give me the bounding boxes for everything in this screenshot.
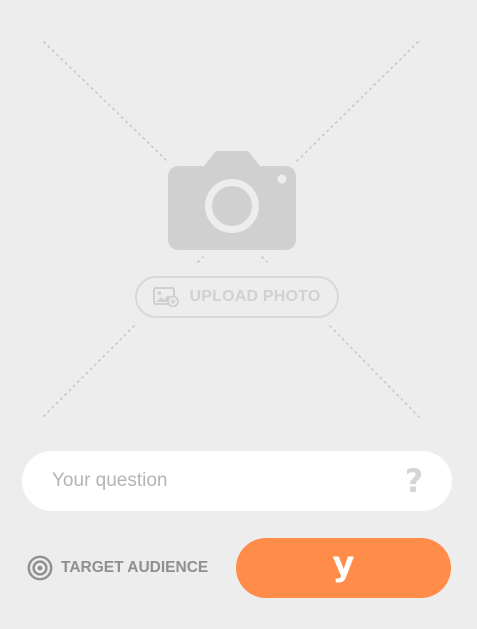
image-add-icon xyxy=(153,287,180,307)
question-input[interactable] xyxy=(52,451,392,511)
upload-photo-button[interactable]: UPLOAD PHOTO xyxy=(135,276,339,318)
photo-upload-area[interactable]: UPLOAD PHOTO xyxy=(0,0,477,440)
target-icon xyxy=(27,555,53,581)
target-audience-label: TARGET AUDIENCE xyxy=(61,559,209,576)
upload-photo-label: UPLOAD PHOTO xyxy=(189,288,321,305)
camera-icon xyxy=(168,151,296,250)
question-field[interactable]: ? xyxy=(22,451,452,511)
submit-label: y xyxy=(332,544,355,584)
submit-button[interactable]: y xyxy=(236,538,451,598)
help-icon[interactable]: ? xyxy=(402,461,426,501)
target-audience-button[interactable]: TARGET AUDIENCE xyxy=(27,554,208,582)
